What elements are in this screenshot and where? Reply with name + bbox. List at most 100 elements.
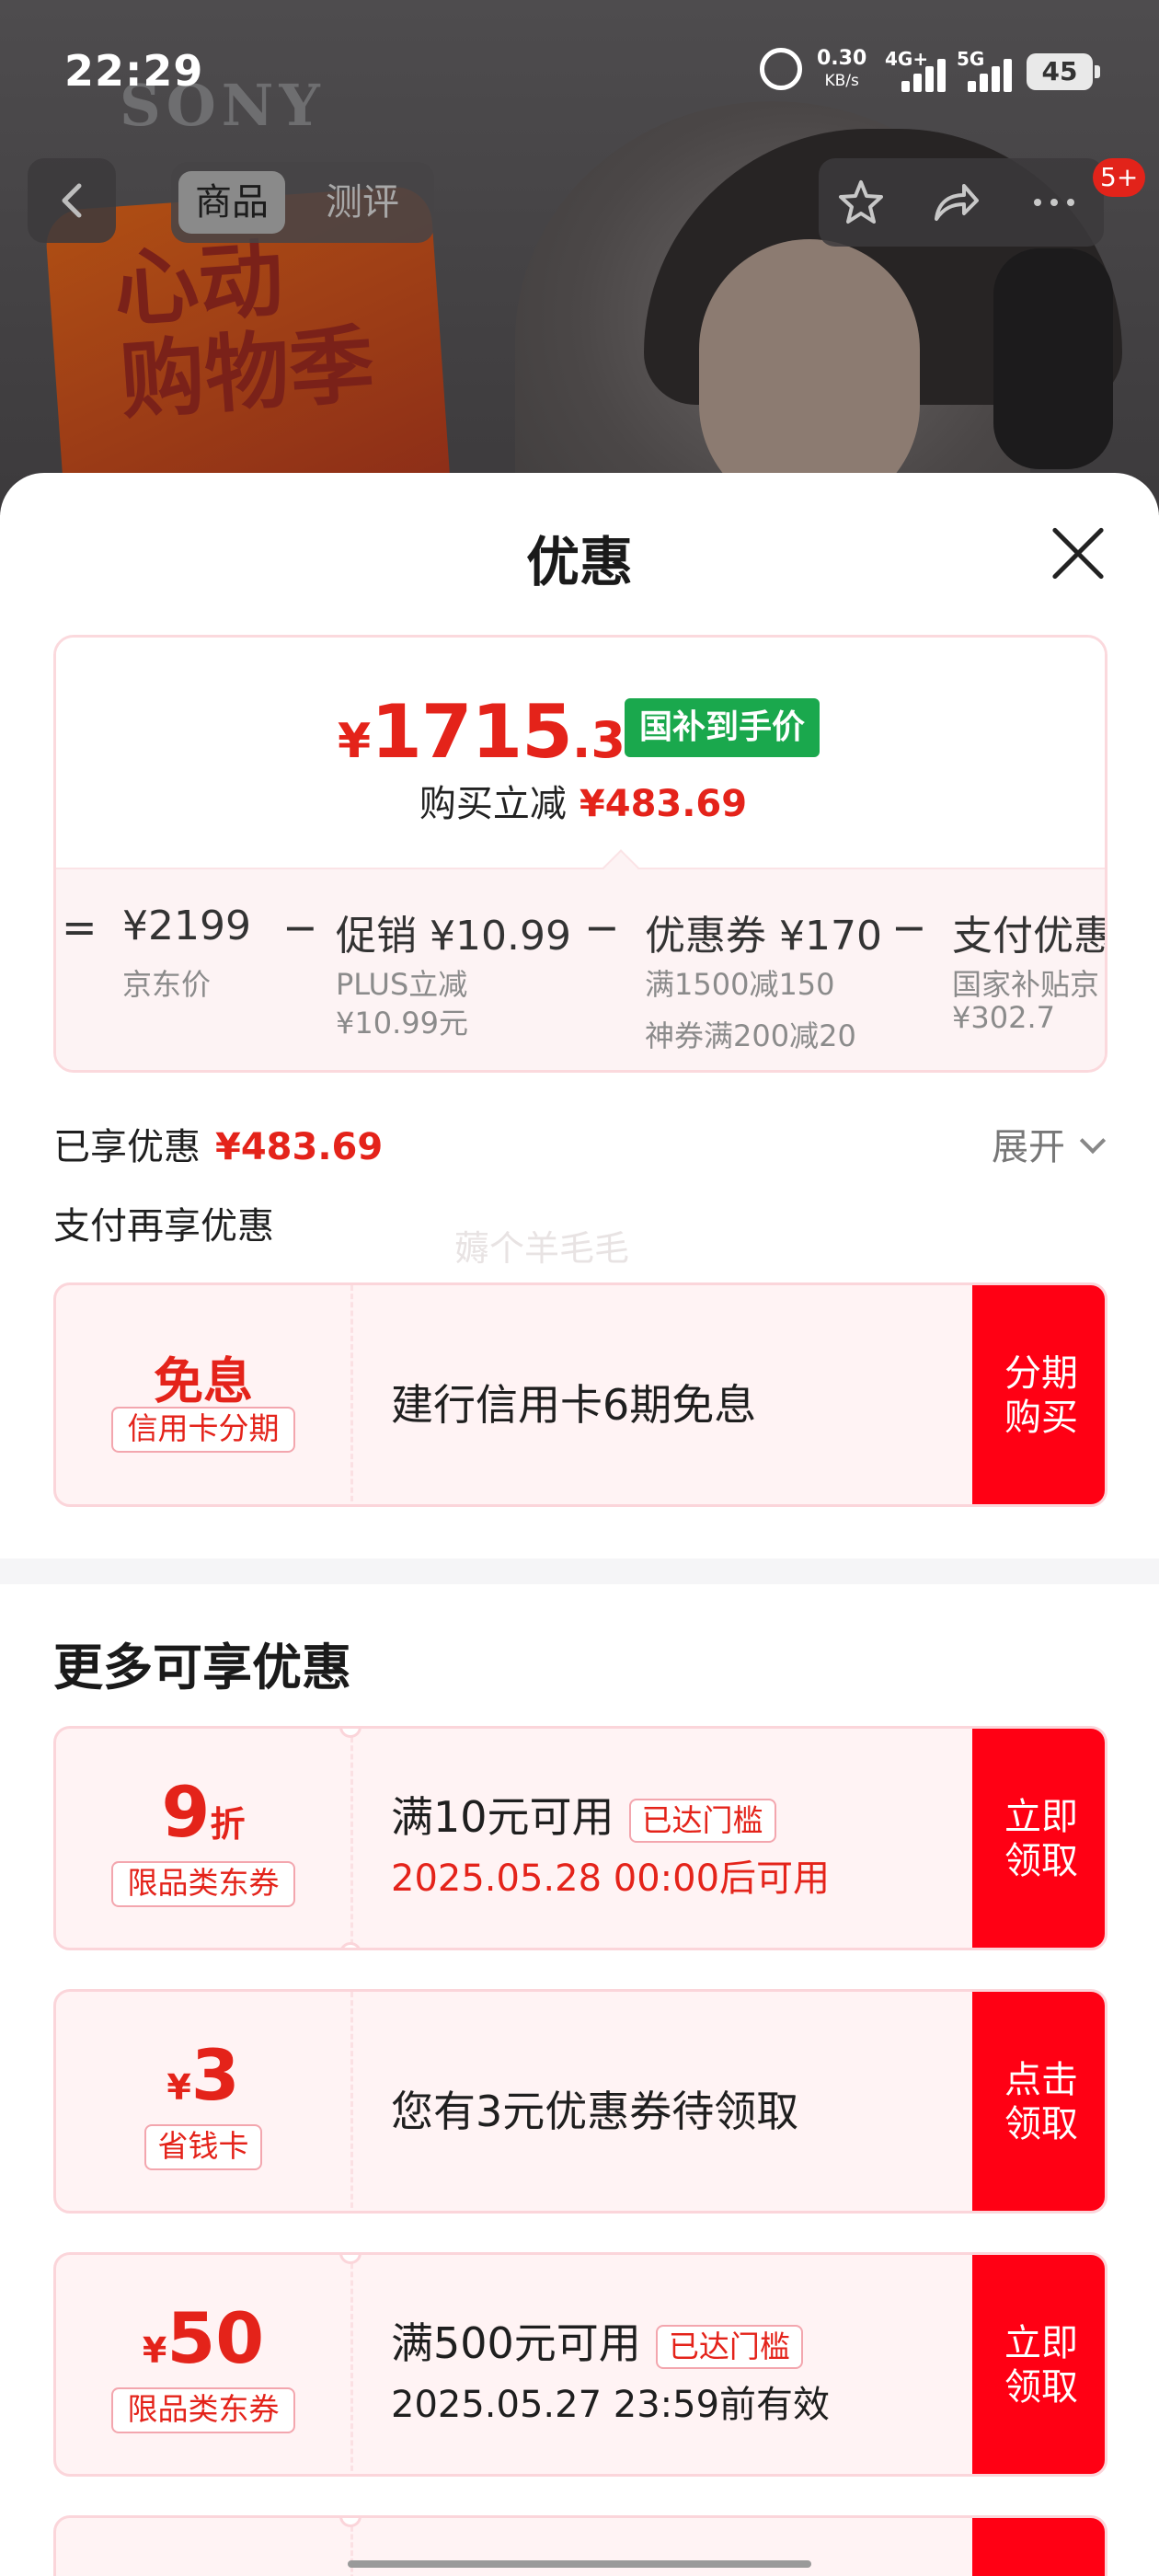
coupon-value: ¥3: [56, 2034, 350, 2116]
coupon-condition: 满500元可用 已达门槛: [391, 2310, 803, 2371]
status-bar: 22:29 0.30 KB/s 4G+ 5G 45: [0, 0, 1159, 147]
jd-price-label: 京东价: [122, 967, 212, 1002]
signal-bars-icon: [901, 57, 949, 92]
claim-button[interactable]: [972, 2518, 1105, 2576]
claim-button-label: 立即领取: [1004, 2322, 1078, 2409]
divider: [350, 1729, 353, 1948]
installment-button-label: 分期购买: [1004, 1352, 1078, 1439]
coupon-condition-text: 满500元可用: [391, 2318, 641, 2368]
promo-sub1: PLUS立减: [336, 967, 468, 1002]
coupon-value-number: 3: [190, 2034, 240, 2116]
subsidy-price-tag: 国补到手价: [625, 698, 820, 757]
reduce-summary: 购买立减 ¥483.69: [56, 774, 1105, 827]
coupon-title: 优惠券 ¥170: [645, 913, 882, 960]
payment-sub1: 国家补贴京: [952, 967, 1100, 1002]
price-currency: ¥: [338, 714, 372, 769]
coupon-currency: ¥: [142, 2330, 167, 2371]
expand-button[interactable]: 展开: [992, 1117, 1065, 1170]
watermark: 薅个羊毛毛: [454, 1228, 630, 1269]
sheet-title: 优惠: [525, 531, 633, 593]
coupon-card[interactable]: 9折 限品类东券 满10元可用 已达门槛 2025.05.28 00:00后可用 …: [53, 1726, 1107, 1950]
payment-title: 支付优惠: [952, 913, 1107, 960]
divider: [350, 1285, 353, 1504]
coupon-value-unit: 折: [210, 1804, 246, 1845]
clock: 22:29: [64, 46, 204, 96]
price-card: ¥1715.31 国补到手价 购买立减 ¥483.69 = ¥2199 京东价 −…: [53, 635, 1107, 1073]
signal-bars-5g-icon: [968, 57, 1016, 92]
claim-button-label: 点击领取: [1004, 2059, 1078, 2145]
coupon-condition: 满10元可用 已达门槛: [391, 1784, 776, 1845]
section-divider: [0, 1558, 1159, 1584]
claim-button[interactable]: 立即领取: [972, 2255, 1105, 2474]
price-breakdown: = ¥2199 京东价 − 促销 ¥10.99 PLUS立减 ¥10.99元 −…: [56, 868, 1107, 1070]
installment-buy-button[interactable]: 分期购买: [972, 1285, 1105, 1504]
ticket-notch: [339, 2518, 361, 2527]
back-button[interactable]: [28, 158, 116, 243]
star-icon[interactable]: [835, 177, 887, 228]
coupon-condition-text: 满10元可用: [391, 1792, 614, 1842]
reduce-label: 购买立减: [419, 783, 567, 825]
close-icon[interactable]: [1049, 524, 1107, 583]
threshold-badge: 已达门槛: [655, 2324, 803, 2369]
coupon-valid-time: 2025.05.27 23:59前有效: [391, 2384, 831, 2426]
enjoyed-label: 已享优惠: [53, 1126, 201, 1168]
enjoyed-discount: 已享优惠 ¥483.69: [53, 1117, 383, 1170]
chevron-down-icon[interactable]: [1079, 1127, 1107, 1155]
minus-sign: −: [282, 903, 318, 952]
coupon-left: 9折 限品类东券: [56, 1729, 350, 1948]
price-summary: ¥1715.31 国补到手价 购买立减 ¥483.69: [56, 638, 1105, 868]
jd-price-title: ¥2199: [122, 903, 251, 949]
coupon-valid-time: 2025.05.28 00:00后可用: [391, 1857, 831, 1900]
promo-line2: 购物季: [117, 314, 378, 431]
coupon-left: ¥3 省钱卡: [56, 1992, 350, 2211]
nav-actions: [819, 158, 1104, 247]
coupon-value-number: 50: [166, 2297, 265, 2379]
share-icon[interactable]: [929, 177, 981, 228]
message-badge: 5+: [1093, 158, 1146, 197]
coupon-value-number: 9: [161, 1771, 211, 1853]
promo-text: 心动 购物季: [110, 226, 378, 431]
more-icon[interactable]: [1028, 177, 1080, 228]
installment-main: 免息: [154, 1352, 253, 1410]
coupon-condition: 您有3元优惠券待领取: [391, 2087, 799, 2136]
claim-button[interactable]: 点击领取: [972, 1992, 1105, 2211]
claim-button[interactable]: 立即领取: [972, 1729, 1105, 1948]
coupon-left: ¥50 限品类东券: [56, 2255, 350, 2474]
minus-sign: −: [891, 903, 927, 952]
back-icon: [62, 183, 82, 218]
coupon-type-tag: 省钱卡: [144, 2124, 262, 2170]
installment-left: 免息 信用卡分期: [56, 1285, 350, 1504]
price-integer: 1715: [371, 689, 573, 775]
installment-tag: 信用卡分期: [111, 1407, 295, 1453]
coupon-type-tag: 限品类东券: [111, 1861, 295, 1907]
enjoyed-value: ¥483.69: [215, 1126, 384, 1168]
alarm-icon: [760, 48, 802, 90]
minus-sign: −: [584, 903, 620, 952]
nav-tabs: 商品 测评: [171, 162, 434, 243]
equal-sign: =: [62, 903, 98, 952]
installment-card[interactable]: 免息 信用卡分期 建行信用卡6期免息 分期购买: [53, 1282, 1107, 1507]
threshold-badge: 已达门槛: [628, 1798, 776, 1843]
coupon-value: 9折: [56, 1771, 350, 1853]
tab-review[interactable]: 测评: [309, 171, 416, 234]
coupon-sub2: 神券满200减20: [645, 1018, 856, 1053]
divider: [350, 1992, 353, 2211]
coupon-value: ¥50: [56, 2297, 350, 2379]
payment-sub2: ¥302.7: [952, 1000, 1055, 1035]
headphone-image: [993, 248, 1113, 469]
net-speed-value: 0.30: [817, 47, 867, 70]
coupon-currency: ¥: [166, 2067, 191, 2108]
claim-button-label: 立即领取: [1004, 1796, 1078, 1882]
tab-product[interactable]: 商品: [178, 171, 285, 234]
net-speed-unit: KB/s: [824, 72, 859, 90]
home-indicator[interactable]: [348, 2560, 811, 2568]
reduce-value: ¥483.69: [579, 783, 748, 825]
coupon-sub1: 满1500减150: [645, 967, 835, 1002]
battery-icon: 45: [1027, 53, 1100, 90]
final-price: ¥1715.31: [338, 689, 660, 775]
network-speed: 0.30 KB/s: [817, 48, 866, 92]
coupon-card[interactable]: ¥3 省钱卡 您有3元优惠券待领取 点击领取: [53, 1989, 1107, 2214]
coupon-card[interactable]: ¥50 限品类东券 满500元可用 已达门槛 2025.05.27 23:59前有…: [53, 2252, 1107, 2477]
more-discounts-title: 更多可享优惠: [53, 1639, 351, 1696]
pay-more-title: 支付再享优惠: [53, 1205, 274, 1248]
